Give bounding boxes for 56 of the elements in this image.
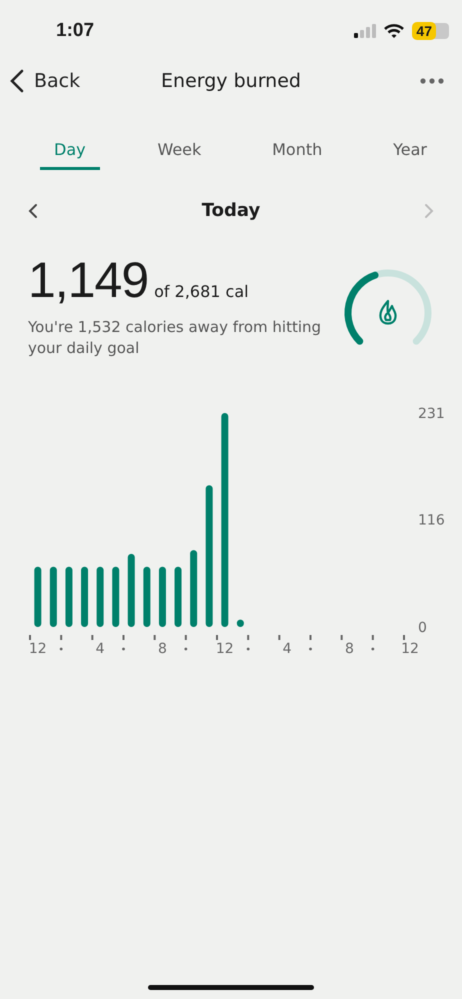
battery-indicator: 47 xyxy=(412,22,436,40)
chart-bar xyxy=(236,620,244,627)
more-icon[interactable] xyxy=(420,78,444,84)
x-axis-dot xyxy=(309,648,312,650)
signal-icon xyxy=(354,24,376,38)
x-axis-tick xyxy=(372,635,374,640)
x-axis-tick xyxy=(29,635,31,640)
chart-bar xyxy=(81,566,88,627)
goal-message: You're 1,532 calories away from hitting your daily goal xyxy=(28,317,322,359)
period-tab[interactable]: Day xyxy=(40,132,100,170)
x-axis-dot xyxy=(60,648,63,650)
previous-icon[interactable] xyxy=(28,202,38,218)
x-axis-tick xyxy=(60,635,62,640)
x-axis-dot xyxy=(184,648,188,650)
chart-bar xyxy=(96,566,104,627)
chart-bar xyxy=(158,566,166,627)
x-axis-label: 12 xyxy=(216,641,234,657)
x-axis-tick xyxy=(184,635,187,640)
wifi-icon xyxy=(384,24,404,38)
x-axis-label: 12 xyxy=(401,641,419,657)
x-axis-tick xyxy=(278,635,280,640)
chart-bar xyxy=(143,566,150,627)
back-button[interactable]: Back xyxy=(10,69,80,93)
x-axis-dot xyxy=(246,648,250,650)
chart-bar xyxy=(65,566,72,627)
y-axis-label: 116 xyxy=(418,512,445,529)
chart-bar xyxy=(50,566,57,627)
y-axis-label: 231 xyxy=(418,406,445,422)
x-axis-label: 4 xyxy=(282,641,292,657)
x-axis-dot xyxy=(122,648,125,650)
screen-title: Energy burned xyxy=(161,70,301,92)
x-axis-tick xyxy=(247,635,250,640)
x-axis-label: 12 xyxy=(28,641,47,657)
x-axis-label: 8 xyxy=(158,641,167,657)
date-label: Today xyxy=(202,200,260,221)
x-axis-tick xyxy=(403,635,405,640)
x-axis-tick xyxy=(91,635,94,640)
x-axis-label: 8 xyxy=(345,641,354,657)
back-chevron-icon xyxy=(10,69,24,93)
chart-bar xyxy=(112,566,120,627)
x-axis-tick xyxy=(122,635,124,640)
calories-value: 1,149 xyxy=(28,251,148,309)
x-axis-tick xyxy=(216,635,218,640)
status-time: 1:07 xyxy=(56,20,94,42)
x-axis-tick xyxy=(310,635,312,640)
calorie-goal: of 2,681 cal xyxy=(154,282,249,301)
period-tab[interactable]: Week xyxy=(144,132,214,170)
x-axis-dot xyxy=(371,648,374,650)
y-axis-label: 0 xyxy=(418,620,427,636)
chart-bar xyxy=(34,566,42,627)
x-axis-tick xyxy=(340,635,343,640)
period-tab[interactable]: Month xyxy=(259,132,336,170)
x-axis-tick xyxy=(154,635,156,640)
x-axis-label: 4 xyxy=(96,641,105,657)
period-tab[interactable]: Year xyxy=(380,132,440,170)
chart-bar xyxy=(174,566,182,627)
